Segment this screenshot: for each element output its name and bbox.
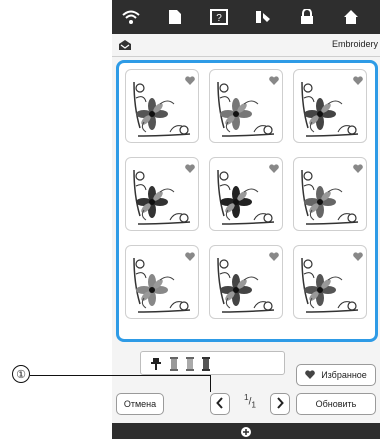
favorites-label: Избранное [321, 370, 367, 380]
screen-title: Embroidery [331, 39, 378, 49]
pattern-tile[interactable] [125, 69, 199, 143]
wifi-icon[interactable] [120, 6, 142, 28]
refresh-label: Обновить [315, 399, 357, 409]
pattern-tile[interactable] [125, 157, 199, 231]
cancel-label: Отмена [123, 399, 157, 409]
floral-pattern-image [217, 169, 275, 225]
next-page-button[interactable] [270, 393, 290, 415]
floral-pattern-image [301, 81, 359, 137]
pattern-tile[interactable] [209, 157, 283, 231]
pin-icon [151, 358, 161, 370]
pattern-tile[interactable] [293, 69, 367, 143]
floral-pattern-image [301, 169, 359, 225]
chevron-left-icon [216, 397, 224, 411]
spool-icon [170, 357, 178, 371]
svg-text:?: ? [216, 13, 222, 24]
pattern-grid [116, 60, 378, 342]
prev-page-button[interactable] [210, 393, 230, 415]
pattern-tile[interactable] [125, 245, 199, 319]
chevron-right-icon [276, 397, 284, 411]
spool-icon [202, 357, 210, 371]
machine-icon [240, 425, 252, 443]
page-indicator: 1/1 [243, 392, 257, 410]
pattern-tile[interactable] [209, 69, 283, 143]
callout-line [30, 375, 210, 376]
floral-pattern-image [217, 81, 275, 137]
top-toolbar: ? [112, 0, 380, 34]
cancel-button[interactable]: Отмена [116, 393, 164, 415]
help-icon[interactable]: ? [208, 6, 230, 28]
floral-pattern-image [217, 257, 275, 313]
document-icon[interactable] [164, 6, 186, 28]
spool-icon [186, 357, 194, 371]
lock-icon[interactable] [296, 6, 318, 28]
screen-header: Embroidery [112, 34, 380, 57]
pattern-tile[interactable] [209, 245, 283, 319]
thread-color-bar [140, 351, 285, 375]
floral-pattern-image [301, 257, 359, 313]
heart-icon [305, 369, 315, 381]
floral-pattern-image [133, 169, 191, 225]
page-current: 1 [243, 392, 249, 402]
favorites-button[interactable]: Избранное [296, 364, 376, 386]
pattern-tile[interactable] [293, 157, 367, 231]
floral-pattern-image [133, 81, 191, 137]
floral-pattern-image [133, 257, 191, 313]
callout-line [210, 375, 211, 392]
bottom-bar [112, 423, 380, 439]
page-total: 1 [251, 399, 257, 410]
embroidery-mode-icon [118, 38, 132, 50]
pattern-tile[interactable] [293, 245, 367, 319]
home-icon[interactable] [340, 6, 362, 28]
refresh-button[interactable]: Обновить [296, 393, 376, 415]
callout-number: ① [12, 365, 30, 383]
thread-icon[interactable] [252, 6, 274, 28]
